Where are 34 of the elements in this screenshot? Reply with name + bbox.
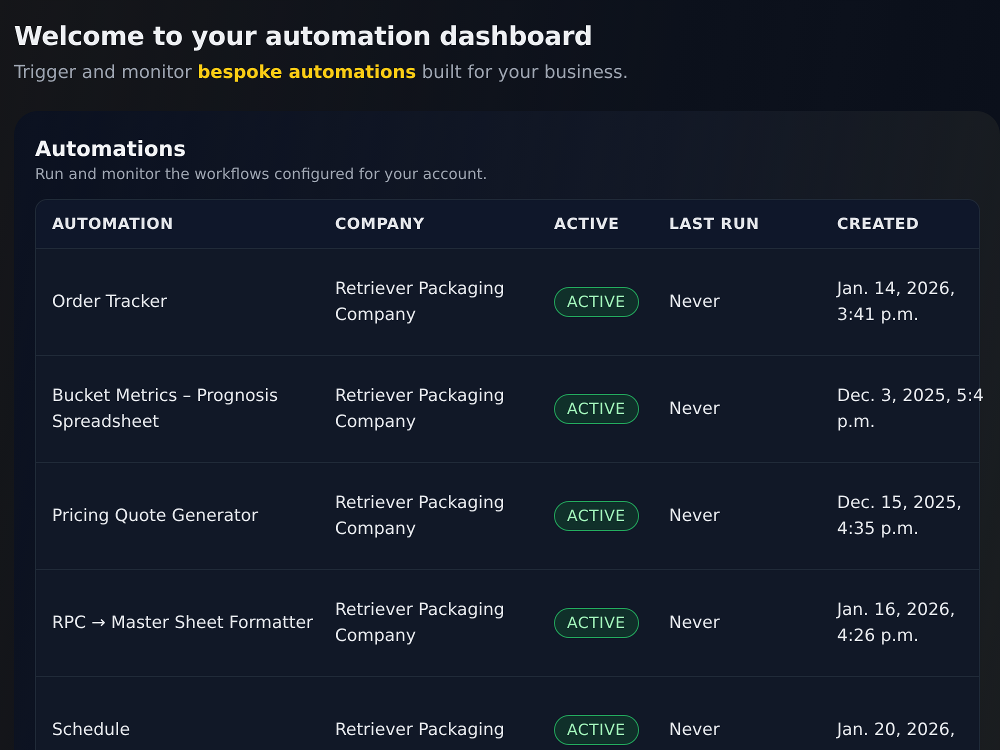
automation-name: RPC → Master Sheet Formatter (52, 612, 314, 635)
card-title: Automations (35, 137, 187, 161)
status-badge: ACTIVE (554, 394, 639, 424)
status-badge: ACTIVE (554, 501, 639, 531)
column-header: COMPANY (335, 215, 426, 233)
created-date: Jan. 16, 2026, 4:26 p.m. (837, 599, 956, 648)
column-header: ACTIVE (554, 215, 620, 233)
company-name: Retriever Packaging Company (335, 492, 506, 541)
created-date: Jan. 20, 2026, (837, 719, 956, 742)
last-run-text: Never (669, 719, 721, 742)
status-badge: ACTIVE (554, 608, 639, 638)
page-title: Welcome to your automation dashboard (14, 22, 594, 52)
automation-name: Pricing Quote Generator (52, 505, 260, 528)
column-header: CREATED (837, 215, 920, 233)
company-name: Retriever Packaging Company (335, 278, 506, 327)
column-header: LAST RUN (669, 215, 760, 233)
column-header: AUTOMATION (52, 215, 175, 233)
last-run-text: Never (669, 505, 721, 528)
last-run-text: Never (669, 291, 721, 314)
automation-name: Schedule (52, 719, 132, 742)
company-name: Retriever Packaging (335, 719, 506, 742)
created-date: Dec. 3, 2025, 5:4 p.m. (837, 385, 984, 434)
automation-name: Bucket Metrics – Prognosis Spreadsheet (52, 385, 279, 434)
last-run-text: Never (669, 398, 721, 421)
status-badge: ACTIVE (554, 715, 639, 745)
card-subtitle: Run and monitor the workflows configured for your account. (35, 165, 488, 183)
automation-name: Order Tracker (52, 291, 168, 314)
page-subtitle: Trigger and monitor bespoke automations built for your business. (14, 62, 630, 83)
last-run-text: Never (669, 612, 721, 635)
status-badge: ACTIVE (554, 287, 639, 317)
created-date: Dec. 15, 2025, 4:35 p.m. (837, 492, 963, 541)
created-date: Jan. 14, 2026, 3:41 p.m. (837, 278, 956, 327)
company-name: Retriever Packaging Company (335, 385, 506, 434)
company-name: Retriever Packaging Company (335, 599, 506, 648)
